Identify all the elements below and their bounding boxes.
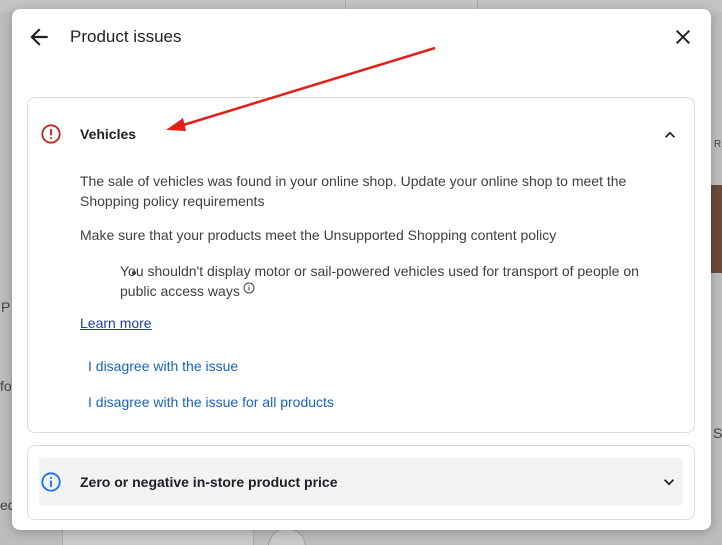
disagree-all-products-link[interactable]: I disagree with the issue for all produc… xyxy=(88,394,334,410)
issue-title: Vehicles xyxy=(80,126,137,142)
background-avatar xyxy=(268,528,306,545)
issue-header[interactable]: Zero or negative in-store product price xyxy=(39,458,683,506)
background-text: P xyxy=(1,299,11,315)
error-icon xyxy=(40,123,62,145)
chevron-down-icon xyxy=(664,479,674,486)
policy-bullet-text: You shouldn't display motor or sail-powe… xyxy=(120,263,639,299)
policy-bullet: You shouldn't display motor or sail-powe… xyxy=(120,261,676,301)
dialog-header: Product issues xyxy=(12,9,711,65)
back-button[interactable] xyxy=(26,24,52,50)
product-issues-dialog: Product issues Vehicles The sale of vehi… xyxy=(12,9,711,530)
close-icon xyxy=(676,30,690,44)
dialog-title: Product issues xyxy=(70,27,182,46)
info-icon xyxy=(40,471,62,493)
policy-note: Make sure that your products meet the Un… xyxy=(80,227,557,243)
issue-description: The sale of vehicles was found in your o… xyxy=(80,173,627,209)
arrow-back-icon xyxy=(30,28,48,46)
issue-panel-vehicles: Vehicles The sale of vehicles was found … xyxy=(27,97,695,433)
background-text: S xyxy=(713,425,722,441)
info-icon[interactable] xyxy=(243,282,255,294)
expand-button[interactable] xyxy=(659,472,679,492)
background-text: fo xyxy=(0,378,12,394)
learn-more-link[interactable]: Learn more xyxy=(80,315,152,331)
background-text: R xyxy=(714,139,722,150)
chevron-up-icon xyxy=(665,131,675,138)
issue-title: Zero or negative in-store product price xyxy=(80,474,338,490)
close-button[interactable] xyxy=(671,25,695,49)
collapse-button[interactable] xyxy=(660,125,680,145)
issue-panel-zero-price[interactable]: Zero or negative in-store product price xyxy=(27,445,695,520)
disagree-issue-link[interactable]: I disagree with the issue xyxy=(88,358,238,374)
